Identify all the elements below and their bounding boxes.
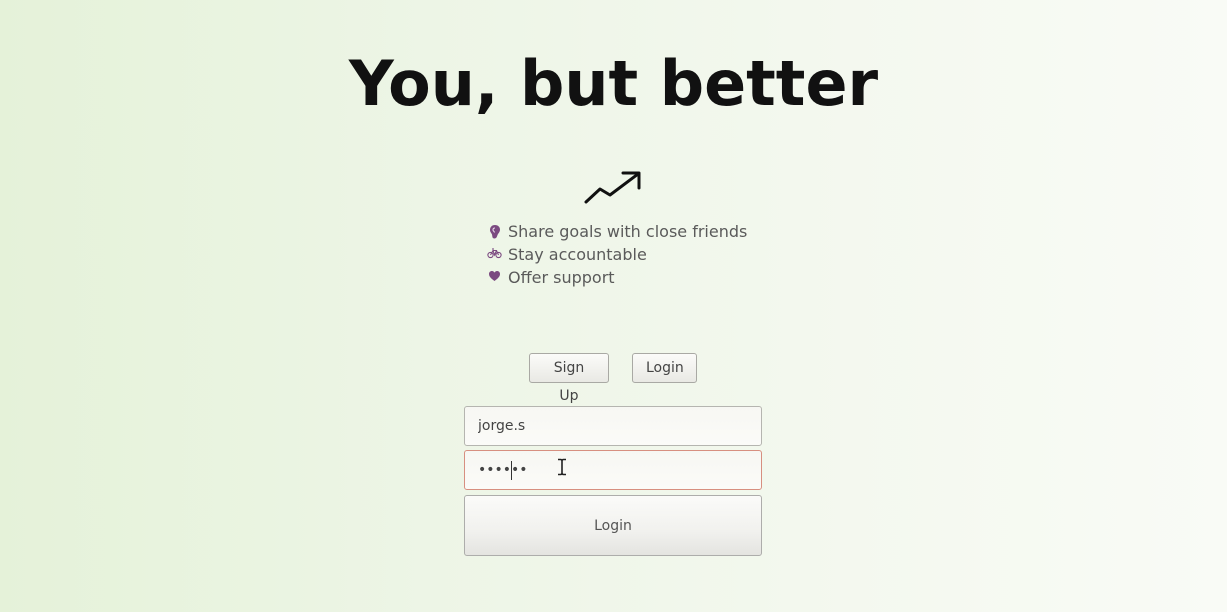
- login-submit-button[interactable]: Login: [464, 495, 762, 556]
- list-item: Stay accountable: [487, 243, 747, 266]
- text-cursor-icon: [558, 458, 566, 476]
- page-title: You, but better: [348, 47, 879, 120]
- trending-up-icon: [584, 171, 641, 204]
- username-field[interactable]: [464, 406, 762, 446]
- heart-icon: [487, 270, 502, 286]
- login-tab-button[interactable]: Login: [632, 353, 697, 383]
- bicycle-icon: [487, 247, 502, 263]
- ear-icon: [487, 224, 502, 240]
- signup-tab-button[interactable]: Sign Up: [529, 353, 609, 404]
- list-item: Offer support: [487, 266, 747, 289]
- feature-label: Share goals with close friends: [508, 222, 748, 241]
- list-item: Share goals with close friends: [487, 220, 747, 243]
- password-field[interactable]: [464, 450, 762, 490]
- login-page: You, but better Share goals with close f…: [0, 0, 1227, 612]
- feature-list: Share goals with close friends Stay acco…: [487, 220, 747, 289]
- text-caret: [511, 461, 512, 480]
- feature-label: Offer support: [508, 268, 615, 287]
- feature-label: Stay accountable: [508, 245, 647, 264]
